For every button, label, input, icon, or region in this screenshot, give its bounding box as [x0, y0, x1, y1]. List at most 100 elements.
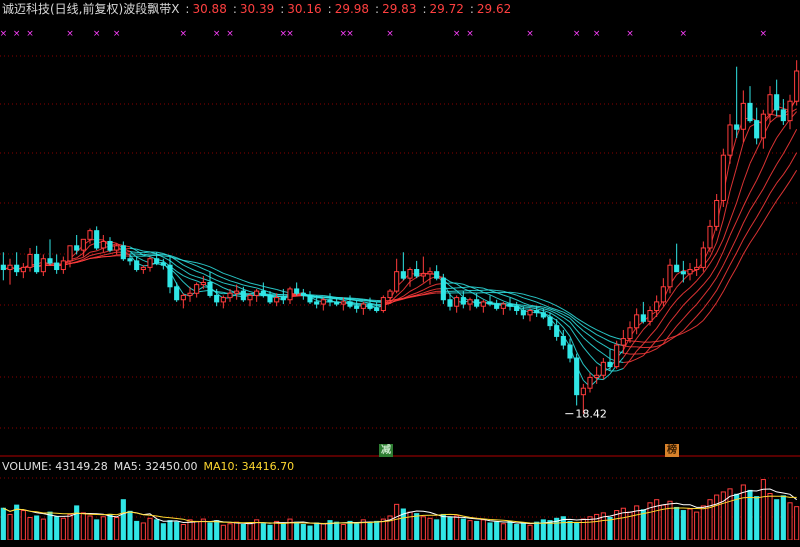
volume-bar: [180, 524, 186, 541]
candle-body: [727, 124, 733, 156]
volume-legend: VOLUME: 43149.28 MA5: 32450.00 MA10: 34416…: [2, 459, 294, 475]
candle-body: [540, 312, 546, 318]
volume-bar: [120, 499, 126, 541]
ribbon-segment: [696, 284, 704, 293]
volume-bar: [127, 510, 133, 541]
candle-body: [740, 102, 746, 130]
candle: [734, 66, 740, 138]
ribbon-segment: [503, 294, 511, 298]
candle-body: [427, 271, 433, 275]
candle: [660, 278, 666, 307]
candle: [207, 271, 213, 298]
ribbon-segment: [409, 287, 417, 292]
candle: [300, 288, 306, 300]
ribbon-segment: [776, 174, 784, 184]
chart-title: 诚迈科技(日线,前复权)波段飘带X 30.88 30.39 30.16 29.98 29.…: [2, 1, 511, 17]
ribbon-segment: [269, 287, 277, 290]
ribbon-segment: [682, 310, 691, 320]
ribbon-segment: [509, 291, 517, 294]
candle-body: [27, 253, 33, 268]
candle-body: [14, 264, 20, 273]
signal-marker: ×: [466, 29, 474, 39]
candle-body: [394, 271, 400, 292]
ribbon-segment: [609, 335, 617, 339]
volume-bar: [574, 522, 580, 541]
volume-bar: [774, 499, 780, 541]
candle-body: [60, 260, 66, 271]
candle: [60, 256, 66, 274]
candle-body: [774, 94, 780, 111]
ribbon-segment: [69, 261, 77, 264]
green-signal-badge[interactable]: 减: [379, 444, 393, 457]
ribbon-segment: [256, 287, 264, 291]
volume-bar: [767, 493, 773, 541]
candle-body: [580, 387, 586, 396]
ribbon-segment: [416, 289, 424, 294]
ribbon-segment: [203, 268, 211, 273]
ribbon-segment: [563, 321, 571, 328]
signal-marker: ×: [93, 29, 101, 39]
ribbon-segment: [196, 262, 204, 266]
candle: [787, 94, 793, 130]
ribbon-segment: [656, 318, 664, 329]
ribbon-segment: [189, 262, 197, 267]
ribbon-segment: [596, 329, 604, 334]
ribbon-segment: [523, 306, 531, 309]
candle-body: [207, 281, 213, 296]
ribbon-segment: [689, 291, 698, 299]
ribbon-segment: [689, 315, 698, 324]
candle: [74, 235, 80, 255]
candle-body: [747, 102, 753, 122]
ribbon-segment: [683, 287, 691, 294]
ribbon-segment: [736, 239, 744, 253]
ribbon-segment: [189, 261, 197, 264]
ribbon-segment: [216, 274, 224, 279]
candle-body: [767, 94, 773, 115]
candle-body: [287, 288, 293, 301]
volume-bar: [760, 479, 766, 541]
candle: [587, 373, 593, 393]
candle-body: [714, 199, 720, 227]
candle-body: [600, 361, 606, 376]
ribbon-segment: [716, 264, 724, 278]
volume-bar: [54, 516, 60, 541]
ribbon-segment: [736, 142, 744, 168]
volume-bar: [480, 519, 486, 541]
volume-bar: [40, 518, 46, 541]
candle-body: [407, 269, 413, 279]
candle: [380, 295, 386, 313]
candle: [707, 219, 713, 253]
ribbon-segment: [702, 299, 711, 309]
ribbon-segment: [742, 227, 751, 240]
ribbon-segment: [523, 297, 531, 301]
ribbon-segment: [623, 352, 631, 355]
ma10-value: MA10: 34416.70: [203, 460, 295, 473]
ribbon-segment: [429, 292, 437, 295]
ribbon-segment: [709, 277, 718, 288]
ribbon-segment: [722, 220, 731, 240]
ribbon-segment: [216, 269, 224, 274]
ribbon-segment: [223, 282, 231, 286]
candle-body: [334, 301, 340, 305]
signal-marker: ×: [453, 29, 461, 39]
candle-body: [300, 292, 306, 296]
volume-bar: [660, 504, 666, 541]
candle-body: [74, 245, 80, 251]
candle: [420, 256, 426, 283]
volume-bar: [374, 520, 380, 541]
volume-bar: [427, 517, 433, 541]
candle-body: [234, 290, 240, 294]
ribbon-segment: [756, 165, 764, 181]
candle: [600, 358, 606, 380]
candle-body: [54, 262, 60, 271]
orange-signal-badge[interactable]: 榜: [665, 444, 679, 457]
ribbon-segment: [596, 348, 604, 355]
ribbon-segment: [589, 354, 598, 363]
ribbon-segment: [223, 287, 231, 291]
candle: [614, 340, 620, 369]
volume-bar: [267, 524, 273, 541]
candle: [754, 107, 760, 145]
ribbon-segment: [696, 308, 704, 317]
ribbon-segment: [423, 278, 431, 284]
ribbon-segment: [236, 282, 244, 286]
